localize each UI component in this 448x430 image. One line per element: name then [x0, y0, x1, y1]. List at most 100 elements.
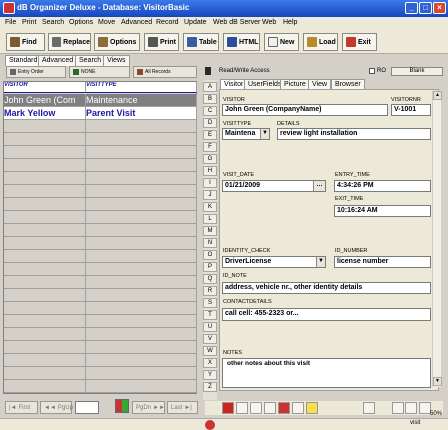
empty-cell[interactable]: [86, 146, 197, 159]
visittype-select[interactable]: Maintena ▼: [222, 128, 270, 140]
menu-update[interactable]: Update: [184, 19, 207, 26]
html-button[interactable]: HTML: [223, 33, 260, 51]
empty-cell[interactable]: [4, 172, 86, 185]
alpha-button-b[interactable]: B: [203, 94, 217, 104]
contactdetails-field[interactable]: call cell: 455-2323 or...: [222, 308, 431, 321]
empty-cell[interactable]: [86, 276, 197, 289]
alpha-button-y[interactable]: Y: [203, 370, 217, 380]
pgdn-button[interactable]: PgDn ►►: [132, 401, 165, 414]
alpha-button-a[interactable]: A: [203, 82, 217, 92]
empty-cell[interactable]: [4, 263, 86, 276]
print-button[interactable]: Print: [144, 33, 179, 51]
date-picker-icon[interactable]: …: [313, 181, 325, 191]
empty-cell[interactable]: [4, 133, 86, 146]
alpha-button-g[interactable]: G: [203, 154, 217, 164]
minimize-button[interactable]: _: [405, 2, 418, 14]
alpha-button-x[interactable]: X: [203, 358, 217, 368]
notes-field[interactable]: other notes about this visit: [222, 358, 431, 388]
all-records-button[interactable]: All Records: [133, 66, 197, 78]
empty-cell[interactable]: [86, 302, 197, 315]
exit-button[interactable]: Exit: [342, 33, 377, 51]
empty-cell[interactable]: [86, 224, 197, 237]
empty-cell[interactable]: [86, 380, 197, 393]
blank-button[interactable]: Blank: [391, 67, 443, 76]
menu-record[interactable]: Record: [156, 19, 179, 26]
scroll-up-icon[interactable]: ▲: [433, 91, 442, 100]
empty-cell[interactable]: [4, 354, 86, 367]
table-cell[interactable]: John Green (Com: [4, 94, 86, 107]
empty-cell[interactable]: [4, 159, 86, 172]
empty-cell[interactable]: [4, 146, 86, 159]
visitor-field[interactable]: John Green (CompanyName): [222, 104, 388, 116]
empty-cell[interactable]: [86, 159, 197, 172]
color-palette-icon[interactable]: [115, 399, 129, 413]
alpha-button-h[interactable]: H: [203, 166, 217, 176]
save-icon[interactable]: [264, 402, 276, 414]
empty-cell[interactable]: [86, 315, 197, 328]
alpha-button-t[interactable]: T: [203, 310, 217, 320]
empty-cell[interactable]: [4, 185, 86, 198]
form-scrollbar[interactable]: ▲ ▼: [432, 91, 442, 387]
empty-cell[interactable]: [4, 224, 86, 237]
menu-file[interactable]: File: [5, 19, 16, 26]
column-header-visittype[interactable]: VISITTYPE: [86, 82, 197, 93]
exit-time-field[interactable]: 10:16:24 AM: [334, 205, 431, 217]
tab-search[interactable]: Search: [75, 55, 106, 66]
alpha-button-n[interactable]: N: [203, 238, 217, 248]
new-button[interactable]: New: [264, 33, 299, 51]
find-button[interactable]: Find: [6, 33, 45, 51]
app-icon[interactable]: [3, 2, 15, 14]
empty-cell[interactable]: [86, 263, 197, 276]
alpha-button-i[interactable]: I: [203, 178, 217, 188]
id-number-field[interactable]: license number: [334, 256, 431, 268]
visitornr-field[interactable]: V-1001: [391, 104, 431, 116]
alpha-button-q[interactable]: Q: [203, 274, 217, 284]
alpha-button-f[interactable]: F: [203, 142, 217, 152]
empty-cell[interactable]: [4, 211, 86, 224]
menu-print[interactable]: Print: [22, 19, 36, 26]
table-cell[interactable]: Maintenance: [86, 94, 197, 107]
alpha-button-u[interactable]: U: [203, 322, 217, 332]
empty-cell[interactable]: [86, 289, 197, 302]
options-button[interactable]: Options: [94, 33, 140, 51]
load-button[interactable]: Load: [303, 33, 338, 51]
empty-cell[interactable]: [4, 198, 86, 211]
lightbulb-icon[interactable]: [306, 402, 318, 414]
empty-cell[interactable]: [86, 198, 197, 211]
menu-search[interactable]: Search: [42, 19, 64, 26]
empty-cell[interactable]: [4, 380, 86, 393]
empty-cell[interactable]: [86, 120, 197, 133]
last-button[interactable]: Last ►|: [167, 401, 198, 414]
entry-time-field[interactable]: 4:34:26 PM: [334, 180, 431, 192]
alpha-button-l[interactable]: L: [203, 214, 217, 224]
empty-cell[interactable]: [4, 250, 86, 263]
export-icon[interactable]: [405, 402, 417, 414]
empty-cell[interactable]: [4, 237, 86, 250]
empty-cell[interactable]: [86, 133, 197, 146]
replace-button[interactable]: Replace: [48, 33, 91, 51]
alpha-button-e[interactable]: E: [203, 130, 217, 140]
empty-cell[interactable]: [4, 302, 86, 315]
alpha-button-m[interactable]: M: [203, 226, 217, 236]
empty-cell[interactable]: [4, 276, 86, 289]
id-note-field[interactable]: address, vehicle nr., other identity det…: [222, 282, 431, 294]
alpha-button-o[interactable]: O: [203, 250, 217, 260]
menu-web-db-server[interactable]: Web dB Server: [213, 19, 260, 26]
empty-cell[interactable]: [86, 341, 197, 354]
close-button[interactable]: ×: [433, 2, 446, 14]
image-icon[interactable]: [392, 402, 404, 414]
empty-cell[interactable]: [86, 250, 197, 263]
undo-icon[interactable]: [278, 402, 290, 414]
empty-cell[interactable]: [4, 289, 86, 302]
empty-cell[interactable]: [4, 341, 86, 354]
first-button[interactable]: |◄ First: [5, 401, 38, 414]
pgup-button[interactable]: ◄◄ PgUp: [40, 401, 73, 414]
alpha-button-v[interactable]: V: [203, 334, 217, 344]
table-cell[interactable]: Mark Yellow: [4, 107, 86, 120]
scroll-down-icon[interactable]: ▼: [433, 377, 442, 386]
ro-checkbox[interactable]: [369, 68, 375, 74]
empty-cell[interactable]: [4, 367, 86, 380]
alpha-button-c[interactable]: C: [203, 106, 217, 116]
menu-web[interactable]: Web: [262, 19, 276, 26]
alpha-button-p[interactable]: P: [203, 262, 217, 272]
